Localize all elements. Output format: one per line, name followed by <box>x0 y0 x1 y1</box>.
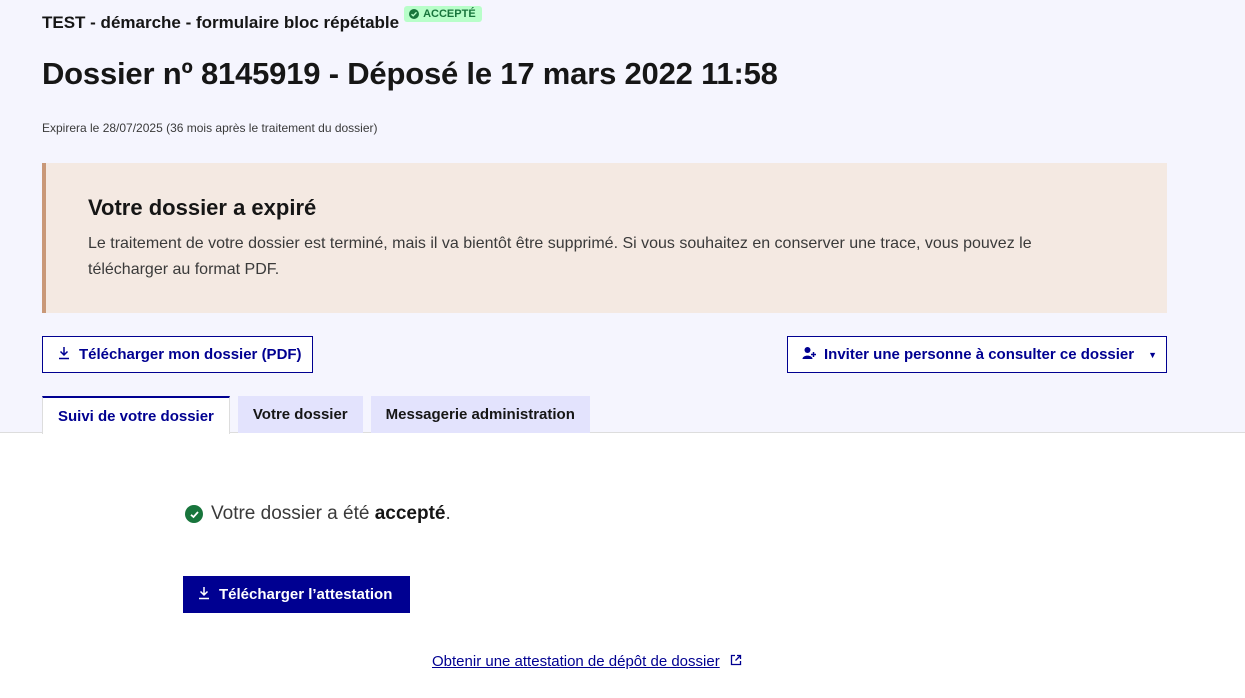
tab-votre-dossier[interactable]: Votre dossier <box>237 396 363 433</box>
page-title: Dossier nº 8145919 - Déposé le 17 mars 2… <box>42 56 778 91</box>
procedure-title: TEST - démarche - formulaire bloc répéta… <box>42 13 400 32</box>
download-icon <box>57 346 71 364</box>
download-pdf-label: Télécharger mon dossier (PDF) <box>79 346 302 363</box>
expiry-note: Expirera le 28/07/2025 (36 mois après le… <box>42 121 378 135</box>
user-add-icon <box>802 346 816 364</box>
caret-down-icon: ▼ <box>1148 349 1158 360</box>
status-text: Votre dossier a été accepté. <box>211 503 451 525</box>
attestation-label: Télécharger l’attestation <box>219 586 393 603</box>
invite-label: Inviter une personne à consulter ce doss… <box>824 346 1135 363</box>
alert-body: Le traitement de votre dossier est termi… <box>88 235 1032 278</box>
status-prefix: Votre dossier a été <box>211 503 375 524</box>
alert-title: Votre dossier a expiré <box>88 195 317 220</box>
status-value: accepté <box>374 503 446 524</box>
status-suffix: . <box>445 503 451 524</box>
expired-alert: Votre dossier a expiré Le traitement de … <box>42 163 1167 313</box>
dossier-tabs: Suivi de votre dossier Votre dossier Mes… <box>42 396 590 434</box>
dossier-header: TEST - démarche - formulaire bloc répéta… <box>0 0 1245 434</box>
status-badge: ACCEPTÉ <box>404 6 482 22</box>
dossier-status: Votre dossier a été accepté. <box>185 503 451 525</box>
tab-messagerie[interactable]: Messagerie administration <box>370 396 590 433</box>
check-circle-icon <box>185 505 203 523</box>
invite-button[interactable]: Inviter une personne à consulter ce doss… <box>787 336 1167 373</box>
download-pdf-button[interactable]: Télécharger mon dossier (PDF) <box>42 336 313 373</box>
download-icon <box>197 586 211 604</box>
check-circle-icon <box>409 9 420 19</box>
tab-suivi[interactable]: Suivi de votre dossier <box>42 396 230 434</box>
depot-attestation-link[interactable]: Obtenir une attestation de dépôt de doss… <box>432 653 742 670</box>
external-link-icon <box>730 653 742 670</box>
download-attestation-button[interactable]: Télécharger l’attestation <box>183 576 410 613</box>
status-badge-label: ACCEPTÉ <box>423 8 476 20</box>
procedure-line: TEST - démarche - formulaire bloc répéta… <box>42 6 482 33</box>
depot-link-label: Obtenir une attestation de dépôt de doss… <box>432 653 720 670</box>
